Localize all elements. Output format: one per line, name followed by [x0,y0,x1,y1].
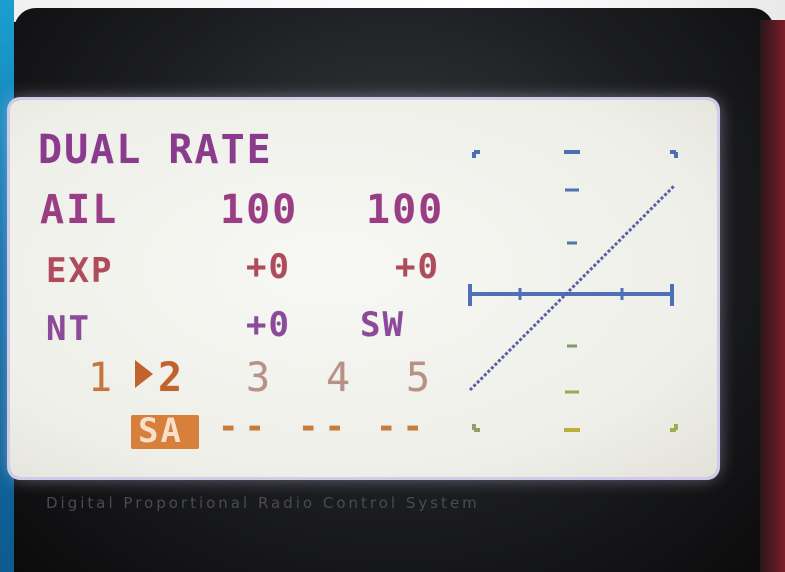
rate-right-value[interactable]: 100 [366,190,444,230]
page-title: DUAL RATE [38,127,273,173]
slot-1[interactable]: 1 [88,358,114,398]
switch-slot-3[interactable]: -- [218,410,271,444]
rate-left-value[interactable]: 100 [220,190,298,230]
slot-2-selected[interactable]: 2 [158,358,184,398]
exp-right-value[interactable]: +0 [395,250,440,284]
nt-left-value[interactable]: +0 [246,308,291,342]
slot-3[interactable]: 3 [246,358,272,398]
graph-corner-bottom-left-icon [472,424,480,432]
case-right-edge [760,20,785,572]
graph-corner-bottom-right-icon [670,424,678,432]
slot-4[interactable]: 4 [326,358,352,398]
graph-corner-top-right-icon [670,150,678,158]
footer-brand-text: Digital Proportional Radio Control Syste… [46,494,480,512]
exp-left-value[interactable]: +0 [246,250,291,284]
switch-slot-5[interactable]: -- [376,410,429,444]
channel-label: AIL [40,187,119,233]
nt-right-value[interactable]: SW [360,308,405,342]
switch-slot-4[interactable]: -- [298,410,351,444]
slot-5[interactable]: 5 [406,358,432,398]
graph-corner-top-left-icon [472,150,480,158]
nt-label: NT [46,309,91,349]
exp-label: EXP [46,251,114,291]
selection-pointer-icon [135,360,153,388]
switch-assign-label[interactable]: SA [138,414,183,448]
rate-curve-graph [468,150,678,432]
